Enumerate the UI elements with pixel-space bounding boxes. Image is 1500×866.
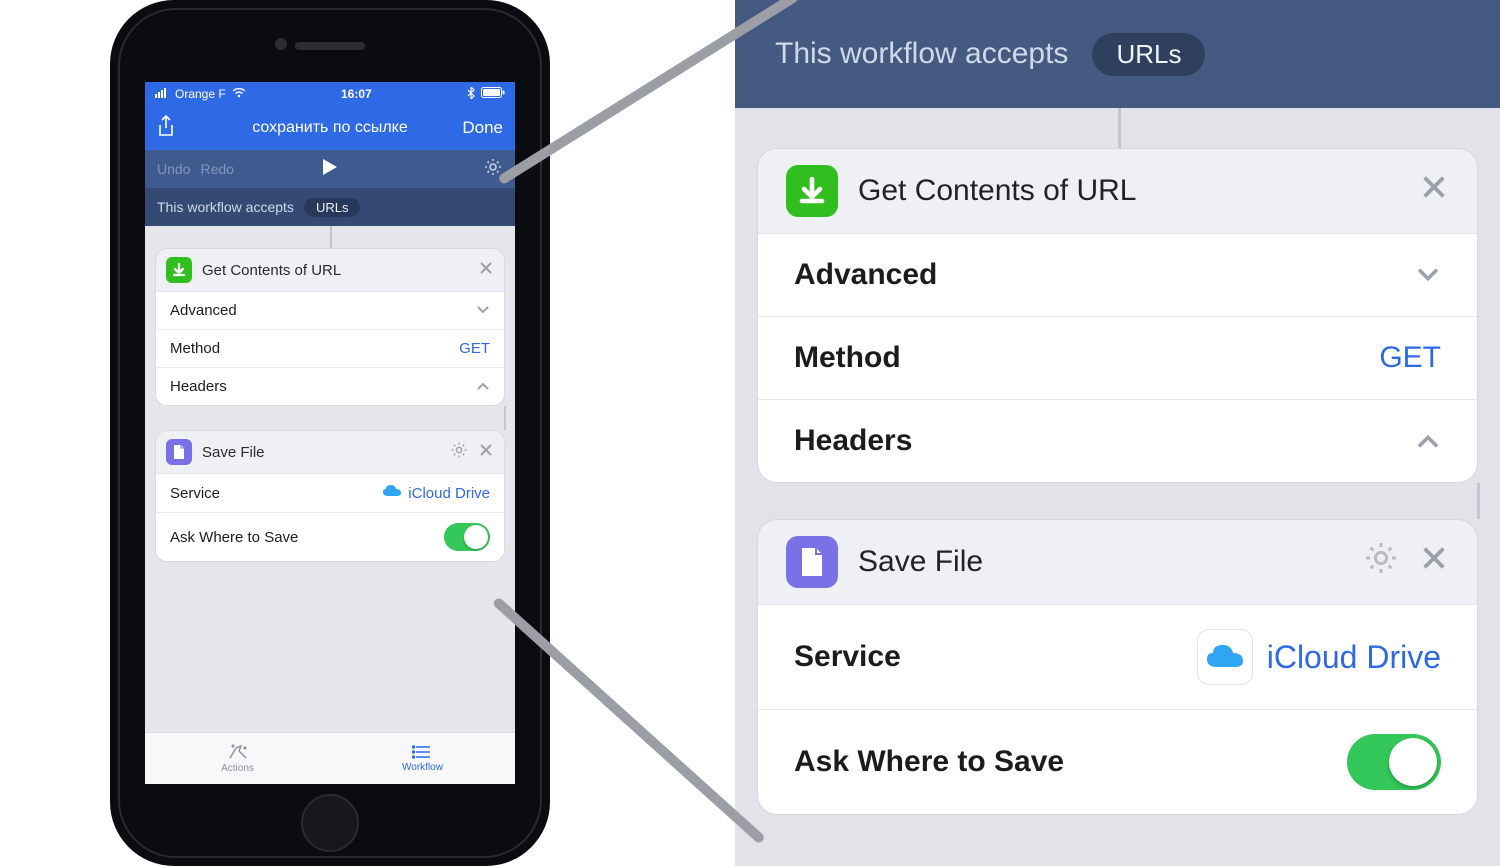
play-button[interactable]: [322, 158, 338, 180]
done-button[interactable]: Done: [462, 118, 503, 138]
icloud-icon: [1197, 629, 1253, 685]
row-label: Service: [170, 485, 220, 502]
workflow-accepts-bar: This workflow accepts URLs: [145, 188, 515, 226]
row-service[interactable]: Service iCloud Drive: [156, 474, 504, 513]
row-label: Headers: [794, 424, 912, 458]
download-icon: [786, 165, 838, 217]
zoom-detail-panel: This workflow accepts URLs Get Contents …: [735, 0, 1500, 866]
row-advanced[interactable]: Advanced: [758, 234, 1477, 317]
row-label: Advanced: [170, 302, 237, 319]
chevron-down-icon: [476, 302, 490, 319]
redo-button[interactable]: Redo: [200, 161, 233, 177]
row-value: GET: [1379, 341, 1441, 375]
action-title: Get Contents of URL: [202, 262, 341, 279]
accepts-pill[interactable]: URLs: [1092, 33, 1205, 76]
row-label: Ask Where to Save: [170, 529, 298, 546]
chevron-down-icon: [1415, 258, 1441, 292]
row-method[interactable]: Method GET: [156, 330, 504, 368]
signal-icon: [155, 87, 169, 101]
row-value: GET: [459, 340, 490, 357]
tab-label: Actions: [221, 763, 254, 774]
row-label: Ask Where to Save: [794, 745, 1064, 779]
clock: 16:07: [341, 87, 372, 101]
page-title: сохранить по ссылке: [252, 119, 408, 137]
chevron-up-icon: [476, 378, 490, 395]
action-card-get-contents: Get Contents of URL Advanced: [155, 248, 505, 406]
row-label: Service: [794, 640, 901, 674]
action-title: Get Contents of URL: [858, 174, 1136, 208]
gear-icon[interactable]: [1363, 540, 1399, 584]
row-method[interactable]: Method GET: [758, 317, 1477, 400]
accepts-label: This workflow accepts: [157, 199, 294, 215]
chevron-up-icon: [1415, 424, 1441, 458]
close-icon[interactable]: [478, 442, 494, 462]
row-value: iCloud Drive: [408, 485, 490, 502]
download-icon: [166, 257, 192, 283]
action-card-get-contents: Get Contents of URL Advanced Method GET: [757, 148, 1478, 483]
row-advanced[interactable]: Advanced: [156, 292, 504, 330]
file-icon: [786, 536, 838, 588]
action-title: Save File: [858, 545, 983, 579]
tab-actions[interactable]: Actions: [145, 733, 330, 784]
row-ask-where: Ask Where to Save: [758, 710, 1477, 814]
row-label: Method: [794, 341, 901, 375]
carrier-label: Orange F: [175, 87, 226, 101]
action-card-save-file: Save File: [155, 430, 505, 562]
status-bar: Orange F 16:07: [145, 82, 515, 106]
bluetooth-icon: [467, 87, 475, 102]
share-icon[interactable]: [157, 115, 175, 142]
row-value: iCloud Drive: [1267, 639, 1441, 676]
workflow-accepts-bar: This workflow accepts URLs: [735, 0, 1500, 108]
action-title: Save File: [202, 444, 265, 461]
workflow-canvas: Get Contents of URL Advanced: [145, 226, 515, 732]
navigation-bar: сохранить по ссылке Done: [145, 106, 515, 150]
row-headers[interactable]: Headers: [758, 400, 1477, 482]
action-card-save-file: Save File Service: [757, 519, 1478, 815]
row-service[interactable]: Service iCloud Drive: [758, 605, 1477, 710]
accepts-pill[interactable]: URLs: [304, 198, 361, 217]
close-icon[interactable]: [1419, 172, 1449, 210]
row-label: Advanced: [794, 258, 937, 292]
icloud-icon: [382, 484, 402, 502]
toggle-switch[interactable]: [444, 523, 490, 551]
row-label: Method: [170, 340, 220, 357]
editor-toolbar: Undo Redo: [145, 150, 515, 188]
file-icon: [166, 439, 192, 465]
tab-bar: Actions Workflow: [145, 732, 515, 784]
tab-label: Workflow: [402, 762, 443, 773]
tab-workflow[interactable]: Workflow: [330, 733, 515, 784]
battery-icon: [481, 87, 505, 101]
accepts-label: This workflow accepts: [775, 37, 1068, 71]
close-icon[interactable]: [478, 260, 494, 280]
toggle-switch[interactable]: [1347, 734, 1441, 790]
row-ask-where: Ask Where to Save: [156, 513, 504, 561]
row-label: Headers: [170, 378, 227, 395]
close-icon[interactable]: [1419, 543, 1449, 581]
row-headers[interactable]: Headers: [156, 368, 504, 405]
app-screen: Orange F 16:07: [145, 82, 515, 784]
phone-mock: Orange F 16:07: [110, 0, 550, 866]
wifi-icon: [232, 87, 246, 101]
gear-icon[interactable]: [450, 441, 468, 463]
undo-button[interactable]: Undo: [157, 161, 190, 177]
